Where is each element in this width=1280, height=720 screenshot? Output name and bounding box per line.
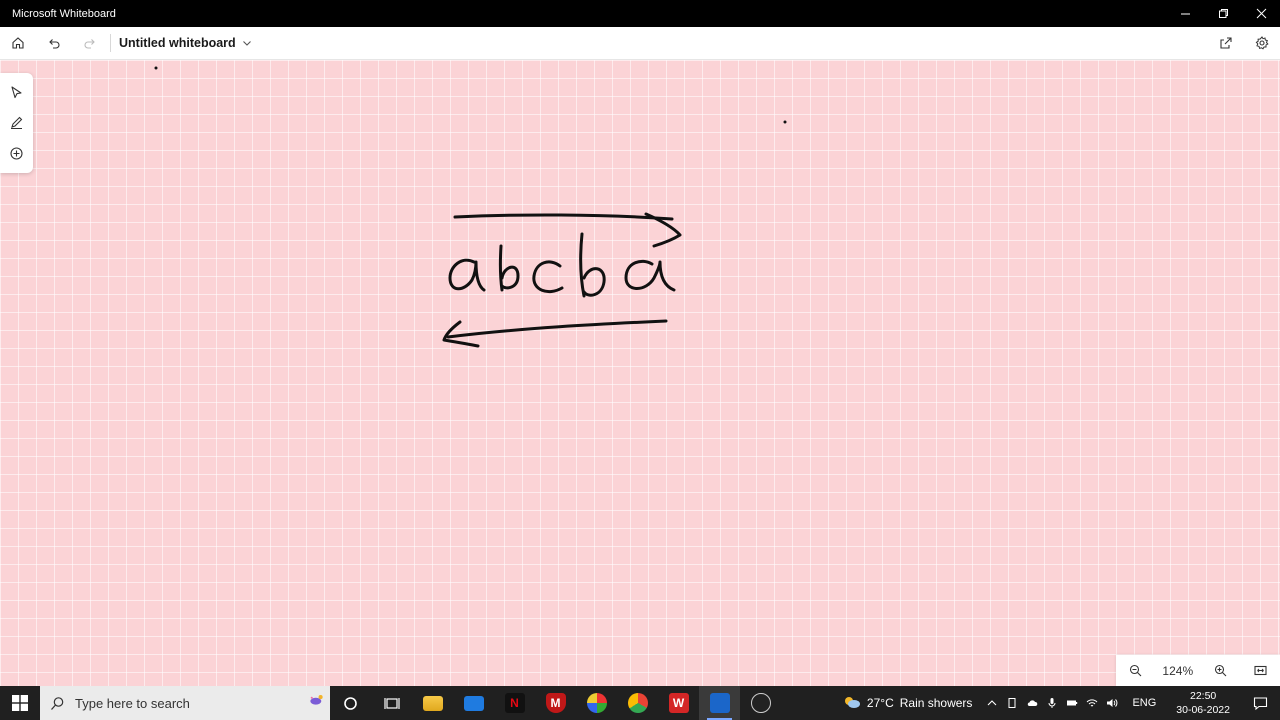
zoom-controls: 124%: [1116, 655, 1280, 686]
search-icon: [51, 696, 64, 710]
tray-device[interactable]: [1002, 686, 1022, 720]
fit-screen-icon: [1254, 665, 1268, 676]
wps-icon: W: [668, 693, 689, 713]
app-icon: [586, 693, 607, 713]
taskbar-mcafee[interactable]: M: [535, 686, 576, 720]
screen-recorder-icon: [750, 693, 771, 713]
notification-icon: [1253, 696, 1267, 710]
wifi-icon: [1087, 699, 1098, 707]
chevron-down-icon: [242, 41, 251, 46]
input-language[interactable]: ENG: [1122, 697, 1166, 709]
search-highlight-icon: [310, 695, 323, 705]
maximize-icon: [1218, 9, 1228, 18]
taskbar-mail[interactable]: [453, 686, 494, 720]
file-explorer-icon: [422, 695, 443, 711]
close-icon: [1256, 8, 1266, 19]
share-icon: [1220, 37, 1232, 49]
home-icon: [12, 37, 24, 49]
clock-date: 30-06-2022: [1176, 704, 1230, 716]
task-view-icon: [383, 697, 400, 709]
search-placeholder: Type here to search: [75, 695, 190, 711]
taskbar-app[interactable]: [576, 686, 617, 720]
window-title: Microsoft Whiteboard: [12, 7, 116, 20]
minimize-button[interactable]: [1166, 0, 1204, 27]
device-icon: [1008, 698, 1016, 708]
windows-taskbar: Type here to search N M W 27°C Rain show…: [0, 686, 1280, 720]
taskbar-wps[interactable]: W: [658, 686, 699, 720]
system-tray: 27°C Rain showers ENG 22:50 30-06-2022: [833, 686, 1280, 720]
battery-icon: [1067, 700, 1078, 706]
start-button[interactable]: [0, 686, 40, 720]
zoom-level[interactable]: 124%: [1162, 664, 1193, 678]
microphone-icon: [1048, 698, 1056, 708]
tray-microphone[interactable]: [1042, 686, 1062, 720]
undo-icon: [49, 39, 60, 49]
taskbar-chrome[interactable]: [617, 686, 658, 720]
toolbar-divider: [110, 34, 111, 52]
cortana-icon: [344, 696, 357, 710]
minimize-icon: [1180, 13, 1190, 15]
volume-icon: [1107, 699, 1118, 707]
taskbar-netflix[interactable]: N: [494, 686, 535, 720]
add-icon: [10, 147, 23, 160]
close-button[interactable]: [1242, 0, 1280, 27]
gear-icon: [1255, 36, 1269, 50]
redo-icon: [84, 39, 95, 49]
taskbar-task-view[interactable]: [371, 686, 412, 720]
clock-time: 22:50: [1190, 690, 1217, 702]
tray-wifi[interactable]: [1082, 686, 1102, 720]
zoom-out-icon: [1129, 664, 1141, 677]
taskbar-file-explorer[interactable]: [412, 686, 453, 720]
cloud-icon: [1028, 700, 1038, 706]
taskbar-clock[interactable]: 22:50 30-06-2022: [1166, 689, 1240, 717]
weather-temp: 27°C: [866, 696, 894, 710]
select-tool-button[interactable]: [3, 78, 31, 106]
mail-icon: [463, 695, 484, 711]
board-title: Untitled whiteboard: [119, 36, 236, 50]
fit-to-screen-button[interactable]: [1248, 658, 1274, 684]
windows-logo-icon: [12, 695, 28, 711]
chrome-icon: [627, 693, 648, 713]
zoom-in-button[interactable]: [1208, 658, 1234, 684]
taskbar-search[interactable]: Type here to search: [40, 686, 330, 720]
weather-text: Rain showers: [899, 696, 973, 710]
chevron-up-icon: [988, 700, 997, 706]
redo-button[interactable]: [72, 27, 108, 60]
title-bar: Microsoft Whiteboard: [0, 0, 1280, 27]
board-title-dropdown[interactable]: Untitled whiteboard: [119, 36, 252, 50]
netflix-icon: N: [504, 693, 525, 713]
app-toolbar: Untitled whiteboard: [0, 27, 1280, 60]
settings-button[interactable]: [1244, 27, 1280, 60]
whiteboard-canvas[interactable]: [0, 60, 1280, 686]
taskbar-cortana[interactable]: [330, 686, 371, 720]
maximize-button[interactable]: [1204, 0, 1242, 27]
undo-button[interactable]: [36, 27, 72, 60]
show-hidden-icons-button[interactable]: [982, 686, 1002, 720]
zoom-out-button[interactable]: [1122, 658, 1148, 684]
weather-rain-icon: [844, 697, 860, 708]
share-button[interactable]: [1208, 27, 1244, 60]
tray-onedrive[interactable]: [1022, 686, 1042, 720]
weather-widget[interactable]: 27°C Rain showers: [833, 695, 983, 711]
mcafee-icon: M: [545, 693, 566, 713]
home-button[interactable]: [0, 27, 36, 60]
pen-icon: [11, 117, 23, 130]
pen-tool-button[interactable]: [3, 109, 31, 137]
tool-panel: [0, 73, 33, 173]
select-icon: [11, 86, 22, 98]
whiteboard-icon: [709, 693, 730, 713]
tray-battery[interactable]: [1062, 686, 1082, 720]
zoom-in-icon: [1214, 664, 1227, 677]
taskbar-screen-recorder[interactable]: [740, 686, 781, 720]
notifications-button[interactable]: [1240, 686, 1280, 720]
tray-volume[interactable]: [1102, 686, 1122, 720]
add-content-button[interactable]: [3, 140, 31, 168]
taskbar-whiteboard[interactable]: [699, 686, 740, 720]
